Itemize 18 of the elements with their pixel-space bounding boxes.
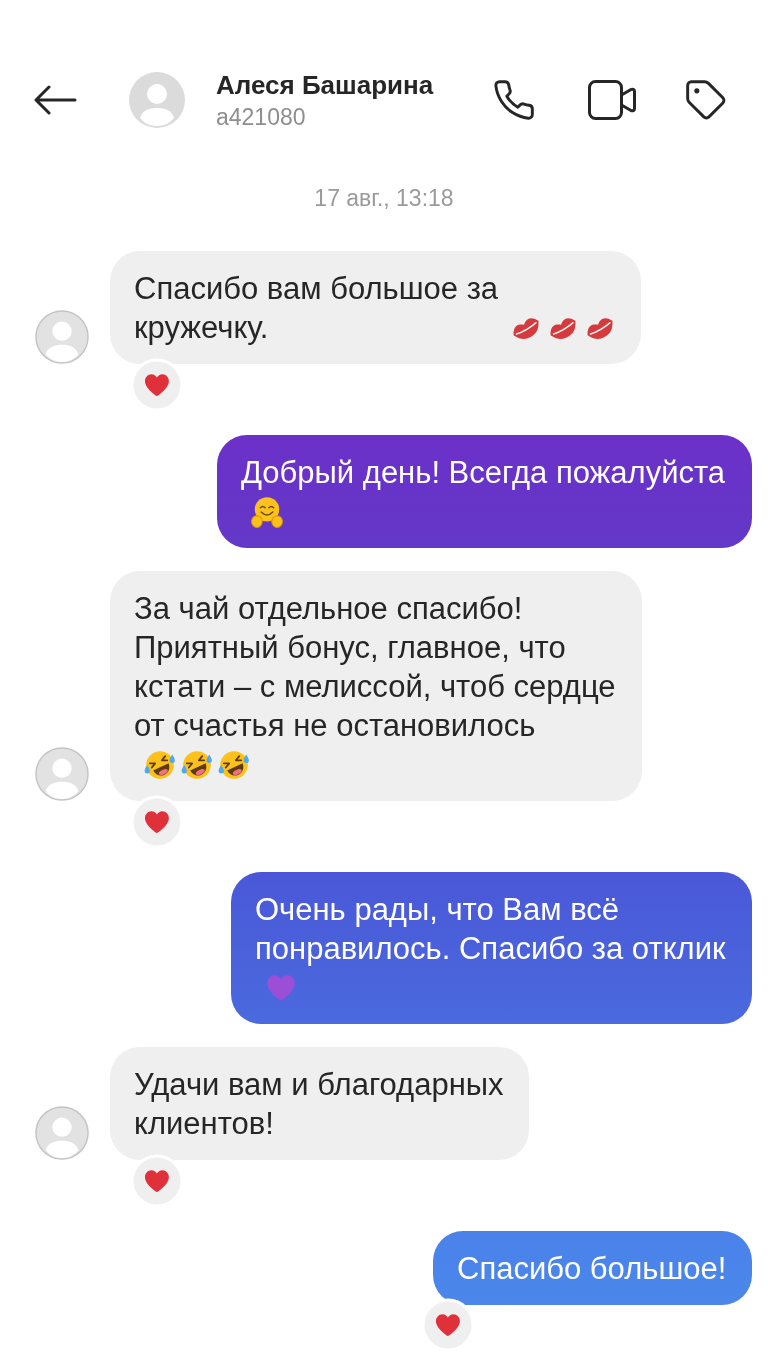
avatar-icon: [35, 1106, 89, 1160]
hugging-face-icon: [250, 494, 284, 529]
message-text: За чай отдельное спасибо! Приятный бонус, главное, что кстати – с мелиссой, чтоб сердце от счастья не остановилось: [134, 589, 617, 745]
tag-icon[interactable]: [684, 78, 728, 122]
avatar-icon: [35, 310, 89, 364]
message-text: Спасибо вам большое за кружечку.: [134, 269, 500, 347]
back-arrow-icon[interactable]: [33, 85, 77, 115]
message-text: Спасибо большое!: [457, 1249, 728, 1288]
avatar-icon: [35, 747, 89, 801]
username: a421080: [216, 103, 306, 131]
avatar-icon: [129, 72, 185, 128]
timestamp: 17 авг., 13:18: [314, 185, 454, 211]
message-text: Удачи вам и благодарных клиентов!: [134, 1065, 505, 1143]
video-camera-icon[interactable]: [588, 80, 636, 120]
message-text: Очень рады, что Вам всё понравилось. Спасибо за отклик: [255, 890, 727, 968]
phone-icon[interactable]: [492, 78, 536, 122]
message-text: Добрый день! Всегда пожалуйста: [241, 453, 727, 492]
contact-name: Алеся Башарина: [216, 69, 434, 100]
